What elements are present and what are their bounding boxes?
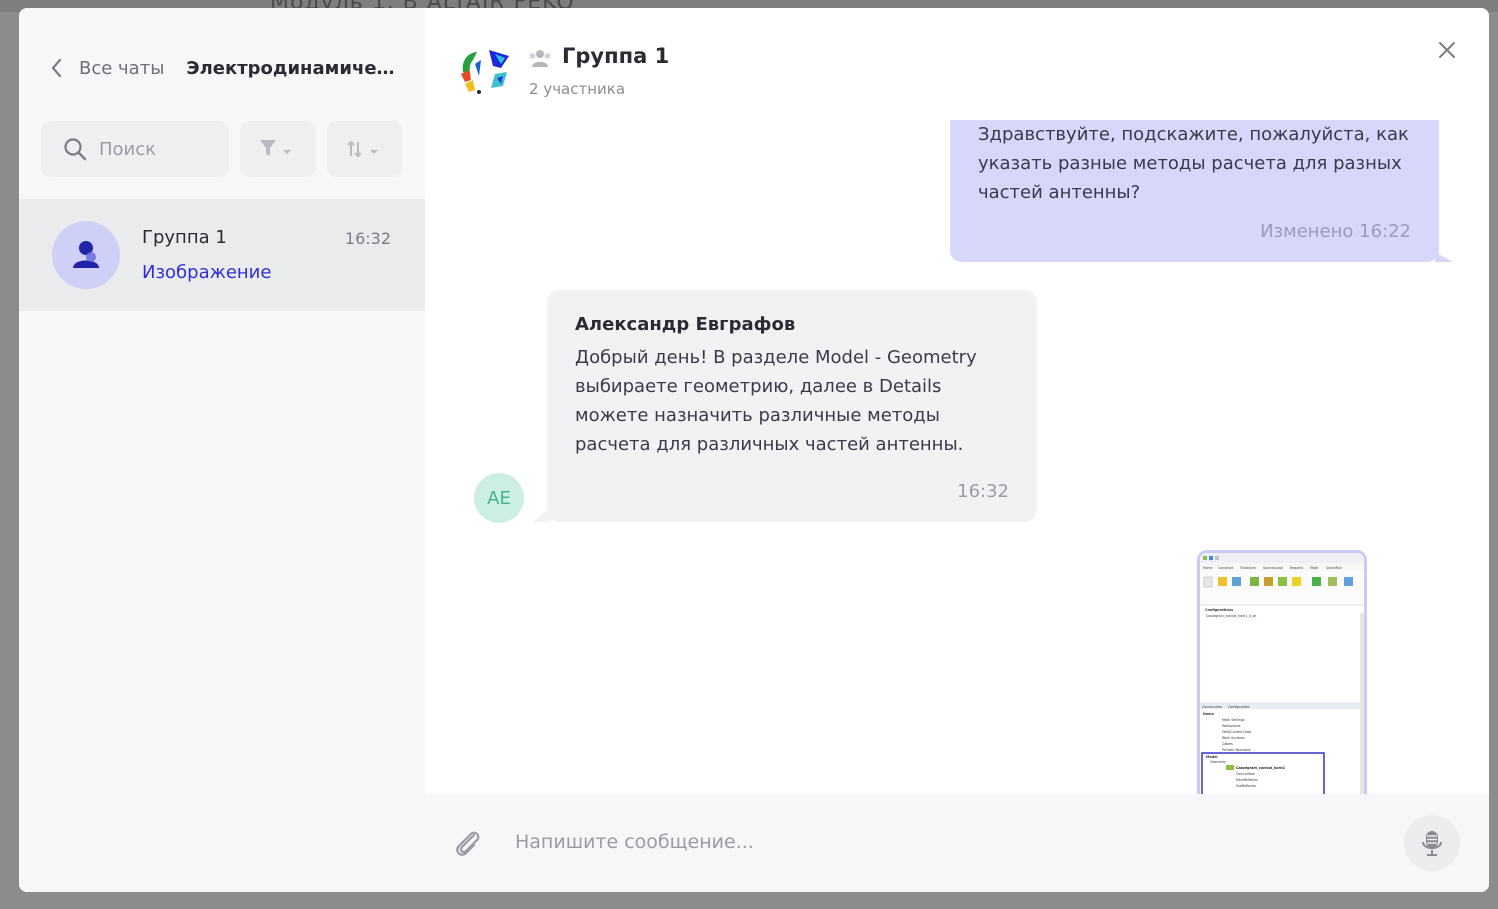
tree-item: ConicalHorn xyxy=(1236,772,1255,776)
model-title: Model xyxy=(1206,755,1218,759)
filter-button[interactable] xyxy=(240,121,316,177)
user-icon xyxy=(73,241,99,268)
chat-name: Группа 1 xyxy=(142,227,227,248)
filter-icon xyxy=(260,140,291,156)
message-text: Здравствуйте, подскажите, пожалуйста, ка… xyxy=(978,124,1409,203)
back-button[interactable]: Все чаты xyxy=(49,57,186,79)
panel-tab: Construction xyxy=(1202,705,1222,709)
ribbon-tab: Transform xyxy=(1239,566,1256,570)
chat-list-item[interactable]: Группа 1 16:32 Изображение xyxy=(19,199,425,311)
tree-item: SubReflector xyxy=(1236,784,1257,788)
outgoing-message: Здравствуйте, подскажите, пожалуйста, ка… xyxy=(950,120,1439,262)
chat-time: 16:32 xyxy=(344,229,391,248)
close-button[interactable] xyxy=(1435,38,1459,62)
tree-item: MainReflector xyxy=(1236,778,1259,782)
search-icon xyxy=(64,138,87,161)
message-author: Александр Евграфов xyxy=(575,314,796,335)
tree-item: Periodic Boundary xyxy=(1222,748,1251,752)
back-label: Все чаты xyxy=(79,57,165,79)
sender-avatar[interactable]: AE xyxy=(474,473,524,523)
conversation-title: Группа 1 xyxy=(562,44,670,68)
ribbon-tab: Source/Load xyxy=(1263,566,1283,570)
screenshot-thumbnail: Home Construct Transform Source/Load Req… xyxy=(1200,553,1364,794)
chat-list-panel: Все чаты Электродинамичес... Поиск Групп… xyxy=(19,8,425,892)
back-icon xyxy=(51,58,62,78)
ribbon-tab: Solve/Run xyxy=(1326,566,1342,570)
items-title: Items xyxy=(1203,712,1214,716)
voice-message-button[interactable] xyxy=(1404,815,1460,871)
attach-icon[interactable] xyxy=(452,826,482,858)
tree-item: Field/Current Data xyxy=(1222,730,1251,734)
message-meta: Изменено 16:22 xyxy=(1260,221,1411,242)
bubble-tail xyxy=(533,506,551,522)
tree-item: Geometry xyxy=(1210,760,1226,764)
chat-preview: Изображение xyxy=(142,262,272,283)
ribbon-tab: Construct xyxy=(1218,566,1234,570)
ribbon-tab: Request xyxy=(1290,566,1304,570)
ribbon-tab: Home xyxy=(1203,566,1212,570)
ribbon-tab: Mesh xyxy=(1310,566,1318,570)
close-icon xyxy=(1439,42,1455,58)
sort-button[interactable] xyxy=(327,121,402,177)
tree-item: Mesh Settings xyxy=(1222,718,1245,722)
group-icon xyxy=(529,50,551,67)
search-box[interactable] xyxy=(41,121,229,177)
tree-item: Cassegrain_conical_horn1_0_ok xyxy=(1206,614,1256,618)
conversation-avatar xyxy=(461,50,509,94)
incoming-message: Александр Евграфов Добрый день! В раздел… xyxy=(547,290,1037,522)
message-time: 16:32 xyxy=(957,481,1009,502)
panel-tab: Configuration xyxy=(1228,705,1250,709)
message-composer xyxy=(425,794,1489,892)
image-attachment[interactable]: Home Construct Transform Source/Load Req… xyxy=(1197,550,1367,794)
tree-title: Configurations xyxy=(1205,608,1233,612)
message-input[interactable] xyxy=(515,824,1375,860)
tree-item: Cassegrain_conical_horn1 xyxy=(1236,766,1285,770)
bubble-tail xyxy=(1435,252,1453,262)
search-input[interactable] xyxy=(99,138,209,160)
chat-modal: Все чаты Электродинамичес... Поиск Групп… xyxy=(19,8,1489,892)
chat-list-header: Все чаты Электродинамичес... xyxy=(49,54,405,82)
mic-icon xyxy=(1422,831,1442,856)
tree-item: Cables xyxy=(1222,742,1233,746)
conversation-panel: Группа 1 2 участника Здравствуйте, подск… xyxy=(425,8,1489,892)
tree-item: Workplanes xyxy=(1222,724,1241,728)
message-text: Добрый день! В разделе Model - Geometry … xyxy=(575,347,977,455)
participants-count: 2 участника xyxy=(529,80,626,98)
tree-item: Work Surfaces xyxy=(1222,736,1245,740)
message-list[interactable]: Здравствуйте, подскажите, пожалуйста, ка… xyxy=(425,118,1489,794)
course-title: Электродинамичес... xyxy=(186,57,397,79)
sort-icon xyxy=(346,140,378,158)
chat-avatar xyxy=(52,221,120,289)
